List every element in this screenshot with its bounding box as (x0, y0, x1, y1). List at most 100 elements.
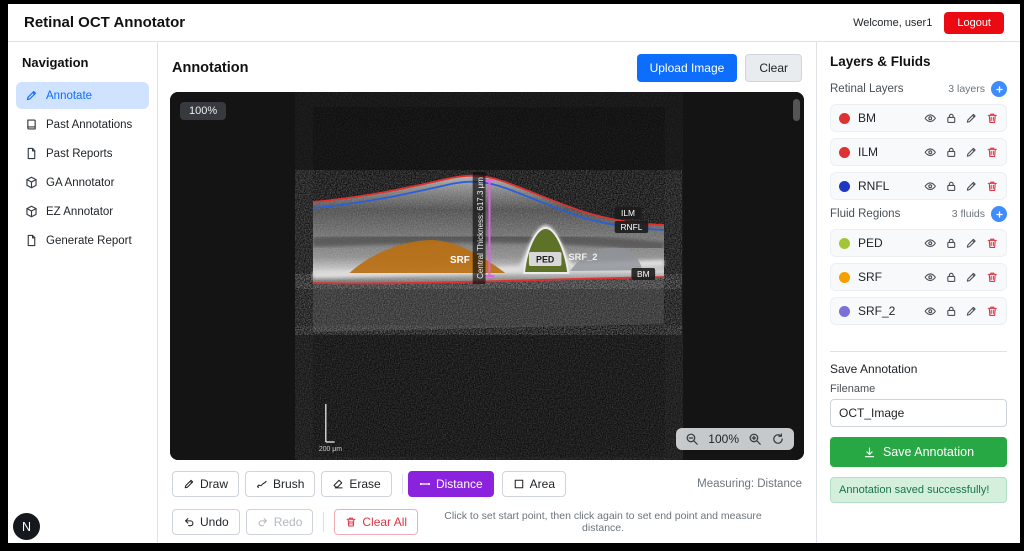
area-icon (513, 478, 525, 490)
zoom-out-button[interactable] (685, 432, 699, 446)
delete-layer-button[interactable] (986, 180, 999, 193)
delete-layer-button[interactable] (986, 112, 999, 125)
fluid-name: SRF_2 (858, 304, 896, 318)
visibility-toggle[interactable] (924, 112, 937, 125)
add-fluid-button[interactable] (991, 206, 1007, 222)
zoom-in-button[interactable] (748, 432, 762, 446)
delete-fluid-button[interactable] (986, 305, 999, 318)
area-button[interactable]: Area (501, 470, 567, 497)
zoom-controls: 100% (676, 428, 794, 450)
layers-panel-title: Layers & Fluids (830, 54, 931, 69)
sidebar-item-ez-annotator[interactable]: EZ Annotator (16, 198, 149, 225)
pencil-icon (965, 146, 978, 159)
fluid-row-srf2: SRF_2 (830, 297, 1007, 325)
ped-label: PED (528, 252, 562, 266)
edit-layer-button[interactable] (965, 146, 978, 159)
sidebar-item-generate-report[interactable]: Generate Report (16, 227, 149, 254)
oct-scan-image: Central Thickness: 617.3 μm SRF PED SRF_… (170, 92, 804, 460)
delete-fluid-button[interactable] (986, 271, 999, 284)
eye-icon (924, 237, 937, 250)
save-success-message: Annotation saved successfully! (830, 477, 1007, 503)
area-label: Area (529, 476, 556, 491)
lock-icon (945, 180, 958, 193)
lock-toggle[interactable] (945, 271, 958, 284)
plus-icon (995, 210, 1004, 219)
nav-title: Navigation (22, 55, 89, 70)
scrollbar-thumb[interactable] (793, 99, 800, 121)
sidebar-item-annotate[interactable]: Annotate (16, 82, 149, 109)
pencil-icon (965, 271, 978, 284)
zoom-level: 100% (708, 432, 739, 446)
app-title: Retinal OCT Annotator (24, 14, 186, 31)
download-icon (863, 446, 876, 459)
brush-label: Brush (273, 476, 305, 491)
delete-fluid-button[interactable] (986, 237, 999, 250)
edit-layer-button[interactable] (965, 112, 978, 125)
cube-icon (25, 205, 38, 218)
lock-toggle[interactable] (945, 180, 958, 193)
fluid-name: PED (858, 236, 883, 250)
divider (830, 351, 1007, 352)
fluid-regions-header: Fluid Regions 3 fluids (830, 206, 1007, 222)
layer-row-rnfl: RNFL (830, 172, 1007, 200)
undo-button[interactable]: Undo (172, 508, 240, 535)
filename-input[interactable] (830, 399, 1007, 427)
svg-text:ILM: ILM (621, 208, 635, 218)
pencil-icon (965, 180, 978, 193)
redo-button[interactable]: Redo (245, 508, 314, 535)
trash-icon (986, 112, 999, 125)
lock-icon (945, 146, 958, 159)
logout-button[interactable]: Logout (944, 11, 1004, 34)
delete-layer-button[interactable] (986, 146, 999, 159)
sidebar-item-past-reports[interactable]: Past Reports (16, 140, 149, 167)
edit-layer-button[interactable] (965, 180, 978, 193)
layers-panel: Layers & Fluids Retinal Layers 3 layers … (816, 42, 1020, 543)
visibility-toggle[interactable] (924, 180, 937, 193)
retinal-layers-title: Retinal Layers (830, 83, 904, 95)
oct-canvas[interactable]: Central Thickness: 617.3 μm SRF PED SRF_… (170, 92, 804, 460)
clear-image-button[interactable]: Clear (745, 54, 802, 82)
edit-fluid-button[interactable] (965, 271, 978, 284)
clear-all-button[interactable]: Clear All (334, 508, 419, 535)
upload-image-button[interactable]: Upload Image (636, 54, 738, 82)
sidebar-item-past-annotations[interactable]: Past Annotations (16, 111, 149, 138)
sidebar-item-label: Past Reports (46, 147, 113, 160)
lock-toggle[interactable] (945, 305, 958, 318)
n-badge[interactable]: N (13, 513, 40, 540)
trash-icon (986, 271, 999, 284)
zoom-in-icon (748, 432, 762, 446)
visibility-toggle[interactable] (924, 146, 937, 159)
lock-icon (945, 305, 958, 318)
add-layer-button[interactable] (991, 81, 1007, 97)
fluid-regions-title: Fluid Regions (830, 208, 901, 220)
layer-color-dot (839, 180, 850, 192)
trash-icon (986, 146, 999, 159)
draw-button[interactable]: Draw (172, 470, 240, 497)
lock-toggle[interactable] (945, 146, 958, 159)
trash-icon (986, 237, 999, 250)
distance-button[interactable]: Distance (407, 470, 494, 497)
srf2-label: SRF_2 (568, 251, 597, 262)
save-annotation-button[interactable]: Save Annotation (830, 437, 1007, 467)
erase-button[interactable]: Erase (321, 470, 392, 497)
zoom-reset-button[interactable] (771, 432, 785, 446)
visibility-toggle[interactable] (924, 271, 937, 284)
edit-fluid-button[interactable] (965, 237, 978, 250)
edit-fluid-button[interactable] (965, 305, 978, 318)
save-annotation-title: Save Annotation (830, 362, 918, 376)
filename-label: Filename (830, 383, 876, 395)
sidebar-item-label: Past Annotations (46, 118, 133, 131)
fluid-row-srf: SRF (830, 263, 1007, 291)
brush-button[interactable]: Brush (245, 470, 316, 497)
trash-icon (986, 305, 999, 318)
lock-toggle[interactable] (945, 112, 958, 125)
erase-label: Erase (349, 476, 381, 491)
visibility-toggle[interactable] (924, 237, 937, 250)
eye-icon (924, 146, 937, 159)
visibility-toggle[interactable] (924, 305, 937, 318)
divider (401, 473, 403, 494)
lock-toggle[interactable] (945, 237, 958, 250)
cube-icon (25, 176, 38, 189)
zoom-badge: 100% (180, 102, 227, 120)
sidebar-item-ga-annotator[interactable]: GA Annotator (16, 169, 149, 196)
